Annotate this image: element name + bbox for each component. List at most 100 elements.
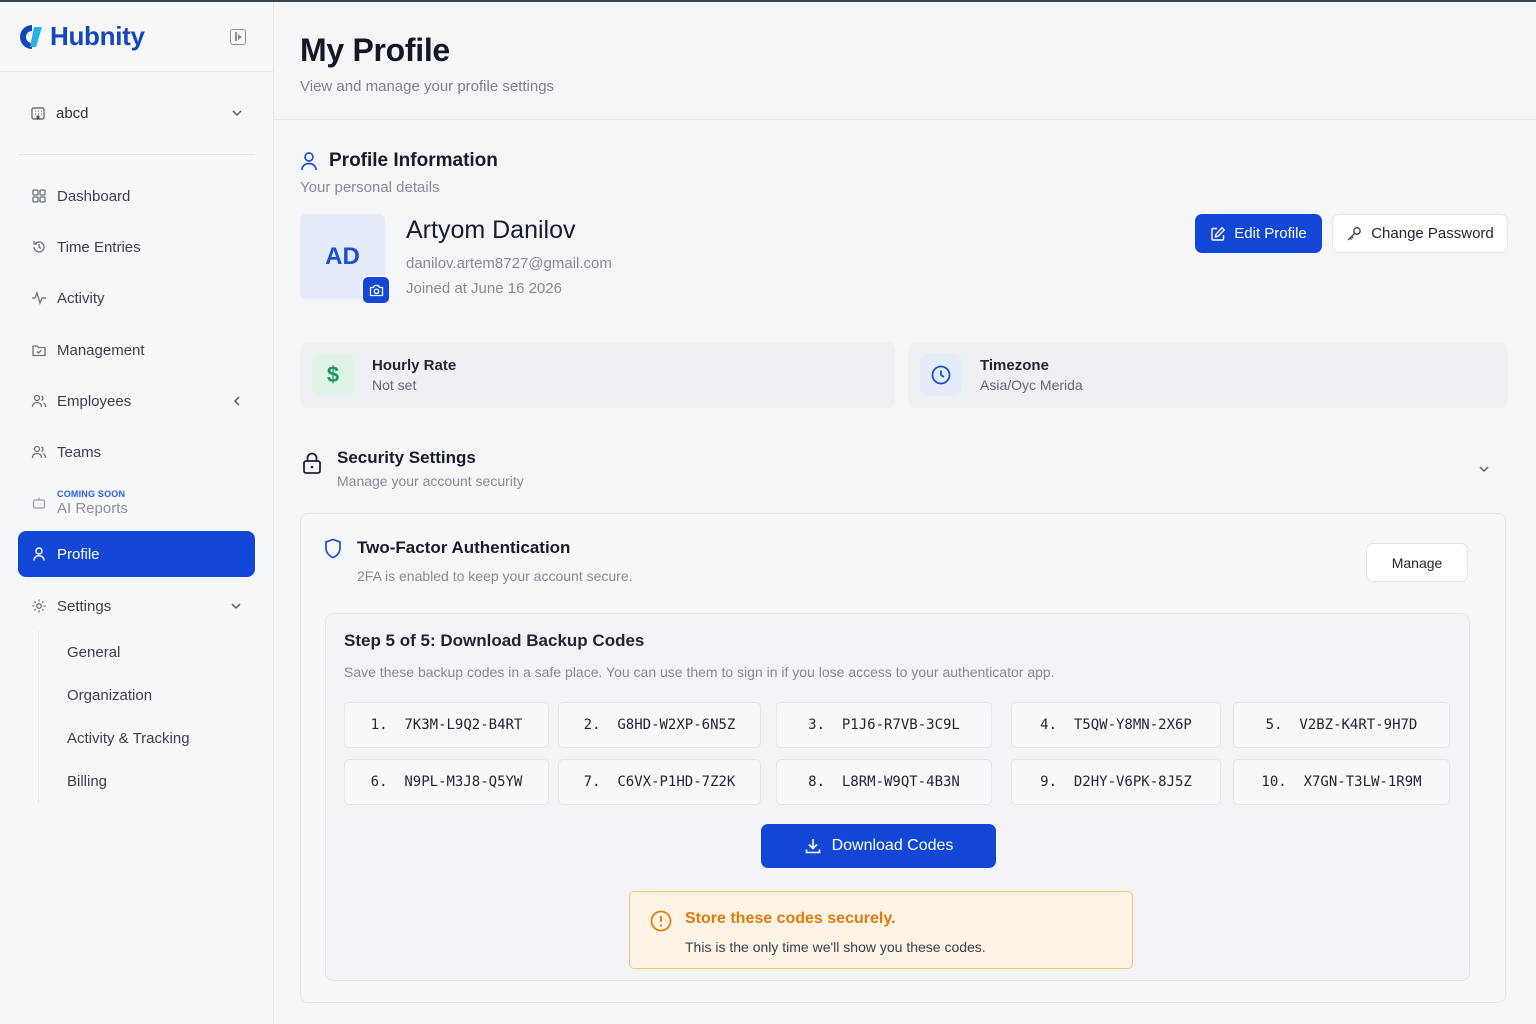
download-icon xyxy=(805,839,820,854)
hourly-rate-card: $ Hourly Rate Not set xyxy=(300,342,895,408)
chevron-down-icon xyxy=(231,603,241,610)
two-factor-card: Two-Factor Authentication 2FA is enabled… xyxy=(300,513,1506,1003)
backup-codes-step: Step 5 of 5: Download Backup Codes Save … xyxy=(325,613,1470,981)
sidebar: Hubnity abcd Dashboard Time Entries Acti… xyxy=(0,2,274,1024)
chevron-down-icon xyxy=(232,110,242,117)
profile-section-heading: Profile Information xyxy=(300,150,498,172)
team-icon xyxy=(31,444,47,460)
tfa-title: Two-Factor Authentication xyxy=(357,538,571,557)
folder-check-icon xyxy=(31,342,47,358)
backup-code: 10. X7GN-T3LW-1R9M xyxy=(1233,759,1450,805)
sidebar-item-activity[interactable]: Activity xyxy=(18,275,255,321)
sidebar-item-label: Time Entries xyxy=(57,238,141,256)
chevron-down-icon xyxy=(1479,466,1489,473)
sidebar-item-label: Teams xyxy=(57,443,102,461)
sidebar-item-time-entries[interactable]: Time Entries xyxy=(18,224,255,270)
timezone-label: Timezone xyxy=(980,357,1049,374)
subnav-item-general[interactable]: General xyxy=(39,631,258,674)
backup-code: 1. 7K3M-L9Q2-B4RT xyxy=(344,702,549,748)
building-icon xyxy=(31,107,45,120)
subnav-item-activity-tracking[interactable]: Activity & Tracking xyxy=(39,717,258,760)
user-icon xyxy=(301,152,317,171)
warning-title: Store these codes securely. xyxy=(685,910,896,927)
section-title: Profile Information xyxy=(329,150,498,171)
section-subtitle: Your personal details xyxy=(300,179,440,196)
sidebar-item-management[interactable]: Management xyxy=(18,327,255,373)
hourly-rate-value: Not set xyxy=(372,377,417,393)
sidebar-item-label: Employees xyxy=(57,392,132,410)
ai-reports-label-group: COMING SOON AI Reports xyxy=(57,489,128,517)
store-codes-warning: Store these codes securely. This is the … xyxy=(629,891,1133,969)
app-name: Hubnity xyxy=(50,21,145,51)
sidebar-divider xyxy=(18,154,255,155)
edit-icon xyxy=(1211,226,1226,241)
sidebar-item-label: Profile xyxy=(57,545,100,563)
backup-code: 7. C6VX-P1HD-7Z2K xyxy=(558,759,761,805)
page-subtitle: View and manage your profile settings xyxy=(300,78,555,95)
backup-code: 3. P1J6-R7VB-3C9L xyxy=(776,702,992,748)
timezone-value: Asia/Oyc Merida xyxy=(980,377,1083,393)
hourly-rate-label: Hourly Rate xyxy=(372,357,457,374)
sidebar-item-teams[interactable]: Teams xyxy=(18,429,255,475)
gear-icon xyxy=(31,598,47,614)
user-icon xyxy=(31,546,47,562)
alert-circle-icon xyxy=(650,910,672,932)
profile-email: danilov.artem8727@gmail.com xyxy=(406,255,612,272)
backup-code: 4. T5QW-Y8MN-2X6P xyxy=(1011,702,1221,748)
subnav-item-organization[interactable]: Organization xyxy=(39,674,258,717)
upload-photo-button[interactable] xyxy=(361,275,391,305)
security-subtitle: Manage your account security xyxy=(337,473,524,489)
profile-name: Artyom Danilov xyxy=(406,216,576,244)
main-content: My Profile View and manage your profile … xyxy=(274,2,1536,1024)
sidebar-item-label: Dashboard xyxy=(57,187,131,205)
change-password-label: Change Password xyxy=(1371,225,1494,242)
step-description: Save these backup codes in a safe place.… xyxy=(344,664,1055,680)
sidebar-item-label: Management xyxy=(57,341,145,359)
coming-soon-badge: COMING SOON xyxy=(57,489,126,500)
sidebar-item-profile[interactable]: Profile xyxy=(18,531,255,577)
sidebar-item-label: AI Reports xyxy=(57,499,128,517)
sidebar-item-employees[interactable]: Employees xyxy=(18,378,255,424)
step-title: Step 5 of 5: Download Backup Codes xyxy=(344,631,645,650)
logo-row: Hubnity xyxy=(0,2,273,72)
tfa-subtitle: 2FA is enabled to keep your account secu… xyxy=(357,568,633,584)
workspace-selector[interactable]: abcd xyxy=(18,91,255,135)
warning-text: This is the only time we'll show you the… xyxy=(685,939,986,955)
backup-code: 6. N9PL-M3J8-Q5YW xyxy=(344,759,549,805)
lock-icon xyxy=(303,452,321,474)
shield-icon xyxy=(325,538,341,559)
timezone-card: Timezone Asia/Oyc Merida xyxy=(908,342,1508,408)
security-title: Security Settings xyxy=(337,448,476,467)
dashboard-icon xyxy=(31,188,47,204)
edit-profile-button[interactable]: Edit Profile xyxy=(1195,214,1322,253)
page-header: My Profile View and manage your profile … xyxy=(274,2,1536,120)
page-title: My Profile xyxy=(300,32,450,68)
robot-icon xyxy=(31,495,47,511)
backup-code: 2. G8HD-W2XP-6N5Z xyxy=(558,702,761,748)
sidebar-item-dashboard[interactable]: Dashboard xyxy=(18,173,255,219)
clock-icon xyxy=(920,354,962,396)
workspace-name: abcd xyxy=(56,104,89,122)
key-icon xyxy=(1347,226,1362,240)
activity-pulse-icon xyxy=(31,290,47,306)
backup-code: 8. L8RM-W9QT-4B3N xyxy=(776,759,992,805)
subnav-item-billing[interactable]: Billing xyxy=(39,760,258,803)
profile-joined-date: Joined at June 16 2026 xyxy=(406,280,562,297)
sidebar-item-settings[interactable]: Settings xyxy=(18,583,255,629)
manage-2fa-button[interactable]: Manage xyxy=(1366,543,1468,582)
dollar-icon: $ xyxy=(312,354,354,396)
history-icon xyxy=(31,239,47,255)
sidebar-item-ai-reports: COMING SOON AI Reports xyxy=(18,480,255,526)
backup-code: 9. D2HY-V6PK-8J5Z xyxy=(1011,759,1221,805)
hubnity-logo-icon xyxy=(20,24,42,49)
sidebar-item-label: Settings xyxy=(57,597,112,615)
download-codes-label: Download Codes xyxy=(831,837,954,854)
edit-profile-label: Edit Profile xyxy=(1234,225,1307,242)
backup-code: 5. V2BZ-K4RT-9H7D xyxy=(1233,702,1450,748)
users-icon xyxy=(31,393,47,409)
change-password-button[interactable]: Change Password xyxy=(1332,214,1508,253)
sidebar-collapse-icon[interactable] xyxy=(230,28,246,45)
sidebar-item-label: Activity xyxy=(57,289,105,307)
download-codes-button[interactable]: Download Codes xyxy=(761,824,996,868)
security-settings-toggle[interactable]: Security Settings Manage your account se… xyxy=(300,447,1510,497)
